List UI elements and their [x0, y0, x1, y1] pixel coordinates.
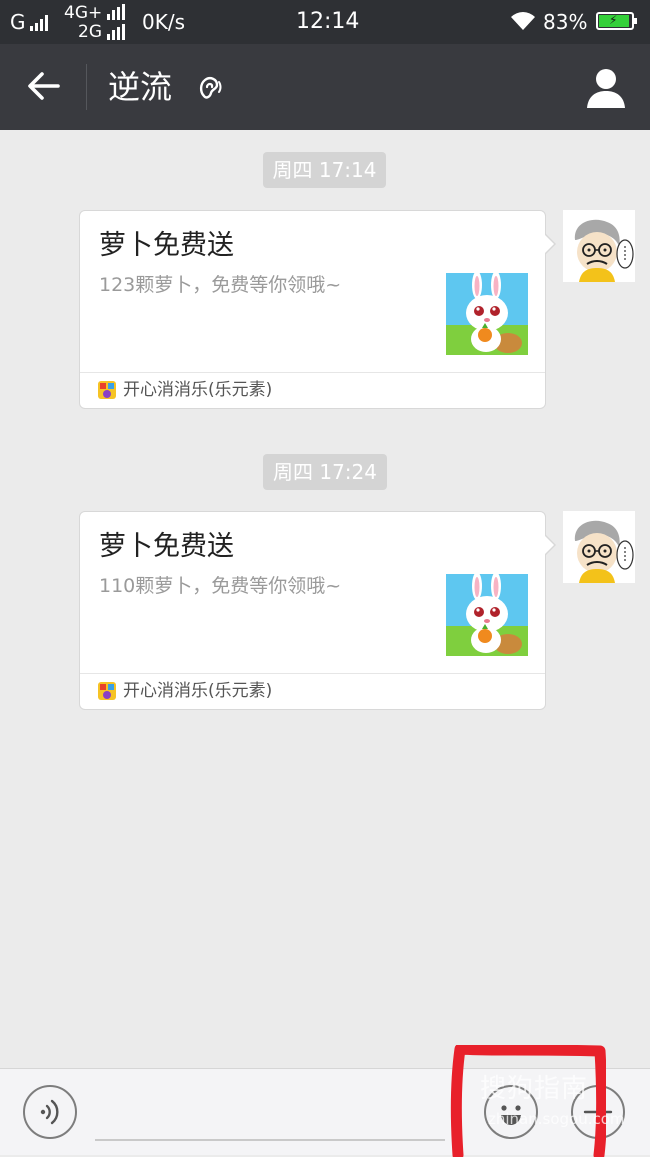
battery-percent: 83% [543, 10, 588, 34]
voice-icon[interactable] [22, 1084, 78, 1140]
app-source-label: 开心消消乐(乐元素) [123, 681, 273, 701]
app-icon [98, 682, 116, 700]
watermark-url: zhinan.sogou.com [488, 1110, 625, 1128]
message-input[interactable] [95, 1139, 445, 1141]
message-timestamp: 周四 17:14 [263, 152, 386, 188]
signal-icon-3 [107, 24, 125, 40]
avatar[interactable] [563, 511, 635, 583]
chat-title: 逆流 [108, 68, 173, 106]
app-message-card[interactable]: 萝卜免费送 123颗萝卜，免费等你领哦~ 开心消消乐(乐元素) [79, 210, 556, 410]
network-label: 4G+ [64, 3, 103, 23]
card-footer: 开心消消乐(乐元素) [80, 673, 545, 711]
clock: 12:14 [296, 9, 360, 34]
chat-header: 逆流 [0, 44, 650, 130]
message-timestamp: 周四 17:24 [263, 454, 387, 490]
card-description: 123颗萝卜，免费等你领哦~ [99, 274, 342, 296]
card-title: 萝卜免费送 [99, 531, 234, 562]
signal-icon [30, 15, 48, 31]
app-source-label: 开心消消乐(乐元素) [123, 380, 273, 400]
app-message-card[interactable]: 萝卜免费送 110颗萝卜，免费等你领哦~ 开心消消乐(乐元素) [79, 511, 556, 711]
ear-icon [199, 77, 222, 99]
card-footer: 开心消消乐(乐元素) [80, 372, 545, 410]
battery-icon: ⚡ [596, 12, 637, 30]
status-bar: G 4G+ 2G 0K/s 12:14 83% ⚡ [0, 0, 650, 44]
card-title: 萝卜免费送 [99, 230, 234, 261]
carrier-label: G [10, 10, 26, 34]
card-description: 110颗萝卜，免费等你领哦~ [99, 575, 342, 597]
network2-label: 2G [78, 22, 102, 42]
app-icon [98, 381, 116, 399]
header-divider [86, 64, 87, 110]
person-icon[interactable] [584, 66, 628, 110]
avatar[interactable] [563, 210, 635, 282]
watermark-text: 搜狗指南 [480, 1074, 589, 1104]
wifi-icon [511, 12, 535, 30]
signal-icon-2 [107, 4, 125, 20]
rabbit-thumbnail [446, 574, 528, 656]
rabbit-thumbnail [446, 273, 528, 355]
arrow-left-icon[interactable] [24, 66, 64, 106]
net-speed: 0K/s [142, 10, 185, 34]
